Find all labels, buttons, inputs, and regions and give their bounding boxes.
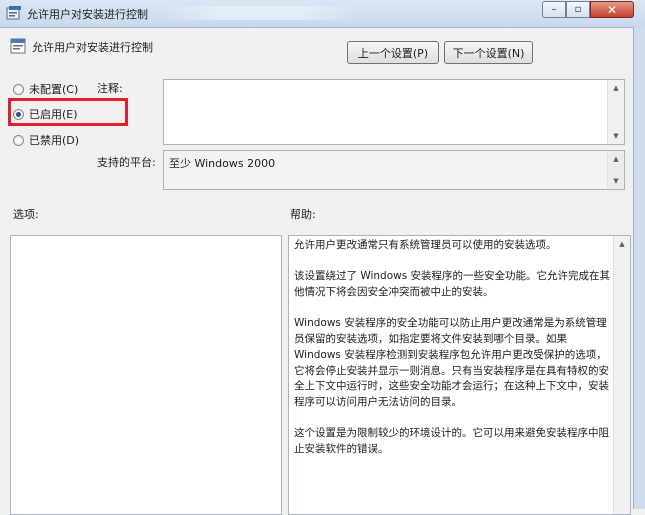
window-title: 允许用户对安装进行控制 bbox=[27, 8, 148, 21]
options-pane[interactable] bbox=[10, 235, 282, 515]
maximize-button[interactable]: ▫ bbox=[566, 1, 590, 18]
setting-title: 允许用户对安装进行控制 bbox=[32, 41, 153, 54]
radio-not-configured[interactable]: 未配置(C) bbox=[13, 81, 78, 97]
radio-button[interactable] bbox=[13, 83, 24, 95]
platform-field: 至少 Windows 2000 ▲ ▼ bbox=[163, 150, 625, 190]
radio-disabled[interactable]: 已禁用(D) bbox=[13, 132, 79, 148]
highlight-box bbox=[8, 98, 128, 126]
comment-scrollbar[interactable]: ▲ ▼ bbox=[607, 80, 624, 144]
platform-scrollbar[interactable]: ▲ ▼ bbox=[607, 151, 624, 189]
scroll-up-icon[interactable]: ▲ bbox=[608, 155, 624, 163]
close-button[interactable]: ✕ bbox=[590, 1, 634, 18]
platform-value: 至少 Windows 2000 bbox=[169, 157, 276, 170]
options-label: 选项: bbox=[13, 208, 39, 221]
scroll-up-icon[interactable]: ▲ bbox=[614, 240, 630, 248]
scroll-down-icon[interactable]: ▼ bbox=[608, 132, 624, 140]
minimize-button[interactable]: – bbox=[542, 1, 566, 18]
scroll-down-icon[interactable]: ▼ bbox=[608, 177, 624, 185]
help-text: 允许用户更改通常只有系统管理员可以使用的安装选项。 该设置绕过了 Windows… bbox=[294, 238, 612, 473]
help-paragraph: 该设置绕过了 Windows 安装程序的一些安全功能。它允许完成在其他情况下将会… bbox=[294, 270, 611, 299]
help-paragraph: 允许用户更改通常只有系统管理员可以使用的安装选项。 bbox=[294, 239, 557, 251]
help-label: 帮助: bbox=[290, 208, 316, 221]
previous-setting-button[interactable]: 上一个设置(P) bbox=[347, 41, 439, 64]
title-bar[interactable]: 允许用户对安装进行控制 – ▫ ✕ bbox=[0, 0, 645, 28]
radio-button[interactable] bbox=[13, 134, 24, 146]
help-paragraph: 这个设置是为限制较少的环境设计的。它可以用来避免安装程序中阻止安装软件的错误。 bbox=[294, 427, 609, 456]
radio-label: 已禁用(D) bbox=[29, 134, 80, 147]
help-scrollbar[interactable]: ▲ bbox=[613, 236, 630, 514]
radio-label: 未配置(C) bbox=[29, 83, 79, 96]
watermark bbox=[160, 6, 360, 20]
comment-field[interactable]: ▲ ▼ bbox=[163, 79, 625, 145]
policy-icon bbox=[6, 6, 21, 20]
window-edge bbox=[633, 27, 645, 509]
help-pane[interactable]: 允许用户更改通常只有系统管理员可以使用的安装选项。 该设置绕过了 Windows… bbox=[288, 235, 631, 515]
next-setting-button[interactable]: 下一个设置(N) bbox=[444, 41, 533, 64]
comment-label: 注释: bbox=[97, 82, 123, 95]
platform-label: 支持的平台: bbox=[97, 156, 156, 169]
setting-icon bbox=[10, 38, 26, 54]
scroll-up-icon[interactable]: ▲ bbox=[608, 84, 624, 92]
help-paragraph: Windows 安装程序的安全功能可以防止用户更改通常是为系统管理员保留的安装选… bbox=[294, 317, 609, 408]
